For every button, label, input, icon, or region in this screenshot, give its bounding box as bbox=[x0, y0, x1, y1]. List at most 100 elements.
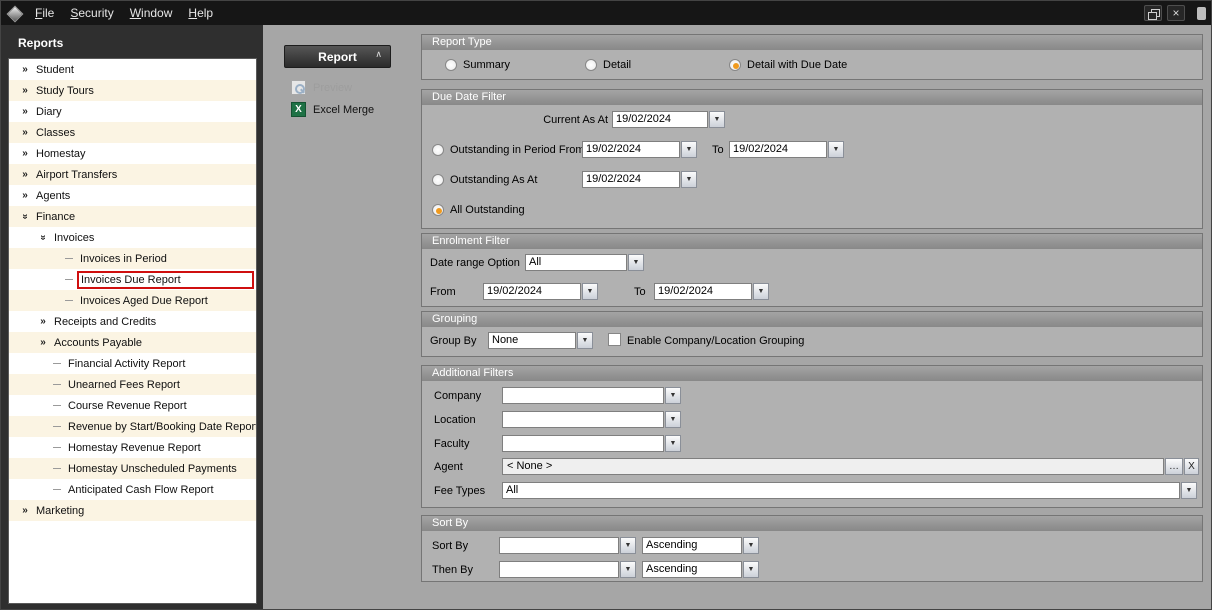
tree-item-label: Invoices Due Report bbox=[77, 271, 254, 289]
enable-grouping-checkbox[interactable] bbox=[608, 333, 621, 346]
collapse-arrow-icon[interactable]: » bbox=[38, 230, 49, 246]
tree-item[interactable]: »Classes bbox=[9, 122, 256, 143]
dropdown-arrow-icon[interactable]: ▼ bbox=[620, 561, 636, 578]
tree-item[interactable]: »Finance bbox=[9, 206, 256, 227]
outstanding-to-date-input[interactable]: 19/02/2024 bbox=[729, 141, 827, 158]
tree-item[interactable]: Revenue by Start/Booking Date Report bbox=[9, 416, 256, 437]
dropdown-arrow-icon[interactable]: ▼ bbox=[582, 283, 598, 300]
tree-item[interactable]: »Study Tours bbox=[9, 80, 256, 101]
outstanding-as-at-radio[interactable]: Outstanding As At bbox=[432, 174, 537, 186]
tree-item[interactable]: »Airport Transfers bbox=[9, 164, 256, 185]
dropdown-arrow-icon[interactable]: ▼ bbox=[681, 171, 697, 188]
tree-item[interactable]: Anticipated Cash Flow Report bbox=[9, 479, 256, 500]
outstanding-in-period-radio[interactable]: Outstanding in Period From bbox=[432, 144, 582, 156]
tree-item[interactable]: Homestay Unscheduled Payments bbox=[9, 458, 256, 479]
tree-item[interactable]: »Marketing bbox=[9, 500, 256, 521]
detail-radio[interactable]: Detail bbox=[585, 59, 631, 71]
dropdown-arrow-icon[interactable]: ▼ bbox=[665, 387, 681, 404]
enrolment-from-date-input[interactable]: 19/02/2024 bbox=[483, 283, 581, 300]
tree-item[interactable]: »Diary bbox=[9, 101, 256, 122]
menu-file[interactable]: File bbox=[27, 3, 62, 23]
then-by-direction-input[interactable]: Ascending bbox=[642, 561, 742, 578]
grouping-group: Grouping Group By None ▼ Enable Company/… bbox=[421, 311, 1203, 357]
tree-item[interactable]: »Invoices bbox=[9, 227, 256, 248]
expand-arrow-icon[interactable]: » bbox=[17, 127, 33, 138]
tree-item[interactable]: »Agents bbox=[9, 185, 256, 206]
tree-item[interactable]: Invoices in Period bbox=[9, 248, 256, 269]
due-date-filter-group: Due Date Filter Current As At 19/02/2024… bbox=[421, 89, 1203, 229]
dropdown-arrow-icon[interactable]: ▼ bbox=[628, 254, 644, 271]
dropdown-arrow-icon[interactable]: ▼ bbox=[681, 141, 697, 158]
expand-arrow-icon[interactable]: » bbox=[17, 64, 33, 75]
then-by-input[interactable] bbox=[499, 561, 619, 578]
dropdown-arrow-icon[interactable]: ▼ bbox=[743, 561, 759, 578]
tree-item[interactable]: »Student bbox=[9, 59, 256, 80]
menu-security[interactable]: Security bbox=[62, 3, 121, 23]
tree-item[interactable]: Financial Activity Report bbox=[9, 353, 256, 374]
radio-icon[interactable] bbox=[432, 204, 444, 216]
sort-by-direction-input[interactable]: Ascending bbox=[642, 537, 742, 554]
close-window-icon[interactable]: × bbox=[1167, 5, 1185, 21]
expand-arrow-icon[interactable]: » bbox=[35, 337, 51, 348]
dropdown-arrow-icon[interactable]: ▼ bbox=[753, 283, 769, 300]
tree-item[interactable]: Unearned Fees Report bbox=[9, 374, 256, 395]
restore-window-icon[interactable] bbox=[1144, 5, 1162, 21]
dropdown-arrow-icon[interactable]: ▼ bbox=[743, 537, 759, 554]
chevron-up-icon: ∧ bbox=[375, 49, 382, 60]
sort-by-input[interactable] bbox=[499, 537, 619, 554]
expand-arrow-icon[interactable]: » bbox=[17, 106, 33, 117]
expand-arrow-icon[interactable]: » bbox=[17, 85, 33, 96]
dropdown-arrow-icon[interactable]: ▼ bbox=[665, 435, 681, 452]
radio-icon[interactable] bbox=[585, 59, 597, 71]
dropdown-arrow-icon[interactable]: ▼ bbox=[665, 411, 681, 428]
sort-by-direction-combo: Ascending ▼ bbox=[642, 537, 759, 554]
outstanding-from-date-input[interactable]: 19/02/2024 bbox=[582, 141, 680, 158]
excel-merge-button[interactable]: X Excel Merge bbox=[291, 102, 374, 117]
dropdown-arrow-icon[interactable]: ▼ bbox=[1181, 482, 1197, 499]
radio-icon[interactable] bbox=[445, 59, 457, 71]
dropdown-arrow-icon[interactable]: ▼ bbox=[828, 141, 844, 158]
dropdown-arrow-icon[interactable]: ▼ bbox=[709, 111, 725, 128]
tree-item[interactable]: Homestay Revenue Report bbox=[9, 437, 256, 458]
expand-arrow-icon[interactable]: » bbox=[17, 148, 33, 159]
preview-button[interactable]: Preview bbox=[291, 80, 352, 95]
agent-browse-button[interactable]: … bbox=[1165, 458, 1183, 475]
expand-arrow-icon[interactable]: » bbox=[17, 190, 33, 201]
dropdown-arrow-icon[interactable]: ▼ bbox=[577, 332, 593, 349]
group-by-input[interactable]: None bbox=[488, 332, 576, 349]
tree-item[interactable]: Invoices Aged Due Report bbox=[9, 290, 256, 311]
collapse-arrow-icon[interactable]: » bbox=[20, 209, 31, 225]
expand-arrow-icon[interactable]: » bbox=[17, 169, 33, 180]
current-as-at-date-input[interactable]: 19/02/2024 bbox=[612, 111, 708, 128]
location-input[interactable] bbox=[502, 411, 664, 428]
tree-item[interactable]: »Accounts Payable bbox=[9, 332, 256, 353]
tree-item[interactable]: Invoices Due Report bbox=[9, 269, 256, 290]
report-panel-header-button[interactable]: Report ∧ bbox=[284, 45, 391, 68]
outstanding-as-at-date-input[interactable]: 19/02/2024 bbox=[582, 171, 680, 188]
date-range-option-input[interactable]: All bbox=[525, 254, 627, 271]
detail-with-due-date-radio[interactable]: Detail with Due Date bbox=[729, 59, 847, 71]
enrolment-to-date-input[interactable]: 19/02/2024 bbox=[654, 283, 752, 300]
tree-item-label: Invoices Aged Due Report bbox=[77, 293, 211, 309]
radio-icon[interactable] bbox=[432, 144, 444, 156]
menu-help[interactable]: Help bbox=[180, 3, 221, 23]
tree-item[interactable]: »Receipts and Credits bbox=[9, 311, 256, 332]
agent-input[interactable]: < None > bbox=[502, 458, 1164, 475]
radio-icon[interactable] bbox=[432, 174, 444, 186]
radio-icon[interactable] bbox=[729, 59, 741, 71]
expand-arrow-icon[interactable]: » bbox=[17, 505, 33, 516]
summary-radio[interactable]: Summary bbox=[445, 59, 510, 71]
faculty-input[interactable] bbox=[502, 435, 664, 452]
company-input[interactable] bbox=[502, 387, 664, 404]
menu-window[interactable]: Window bbox=[122, 3, 181, 23]
agent-clear-button[interactable]: X bbox=[1184, 458, 1199, 475]
tree-item-label: Unearned Fees Report bbox=[65, 377, 183, 393]
tree-item[interactable]: »Homestay bbox=[9, 143, 256, 164]
report-type-group: Report Type Summary Detail Detail with D… bbox=[421, 34, 1203, 80]
expand-arrow-icon[interactable]: » bbox=[35, 316, 51, 327]
tree-item[interactable]: Course Revenue Report bbox=[9, 395, 256, 416]
fee-types-input[interactable]: All bbox=[502, 482, 1180, 499]
window-controls: × bbox=[1144, 5, 1185, 21]
all-outstanding-radio[interactable]: All Outstanding bbox=[432, 204, 525, 216]
dropdown-arrow-icon[interactable]: ▼ bbox=[620, 537, 636, 554]
